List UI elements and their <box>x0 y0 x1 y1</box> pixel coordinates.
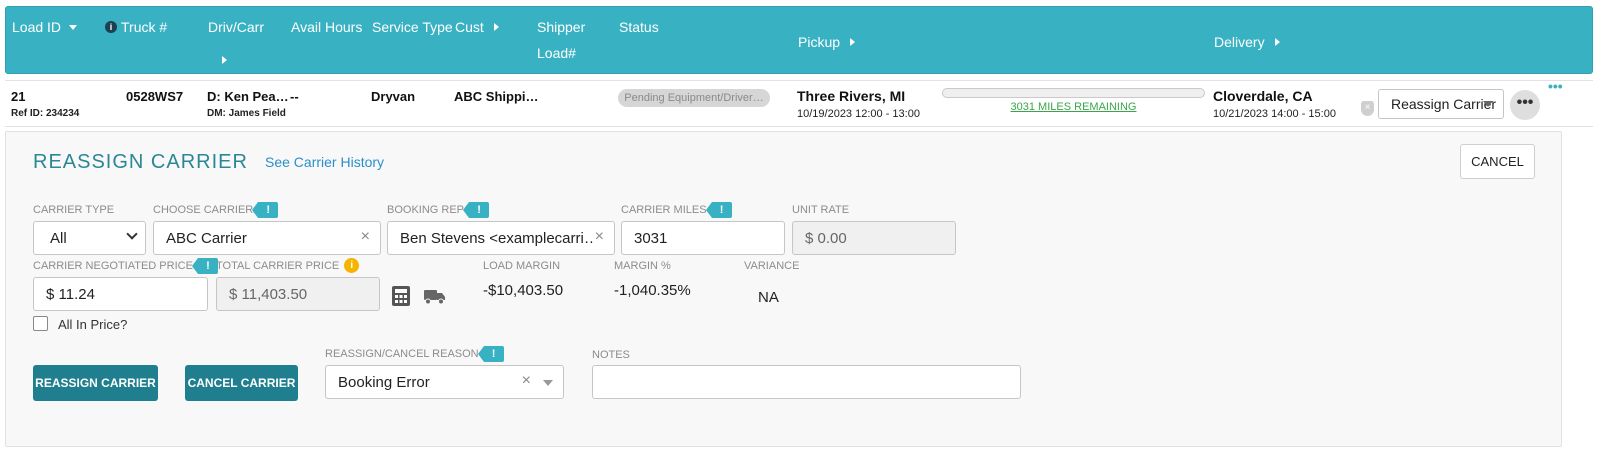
dispatch-manager: DM: James Field <box>207 108 286 119</box>
truck-icon[interactable] <box>423 287 447 305</box>
service-type: Dryvan <box>371 89 416 104</box>
notes-label: NOTES <box>592 349 630 361</box>
load-margin-label: LOAD MARGIN <box>483 260 561 272</box>
header-status[interactable]: Status <box>619 19 659 35</box>
table-header: Load ID i Truck # Driv/Carr Avail Hours … <box>5 6 1593 74</box>
clear-icon[interactable]: × <box>594 228 604 246</box>
negotiated-price-input[interactable]: $ 11.24 <box>33 277 208 311</box>
chevron-right-icon <box>493 23 499 31</box>
header-avail-hours[interactable]: Avail Hours <box>291 19 362 35</box>
dropdown-arrow-icon <box>1483 101 1493 107</box>
pickup-time: 10/19/2023 12:00 - 13:00 <box>797 108 920 120</box>
carrier-miles-input[interactable]: 3031 <box>621 221 785 255</box>
load-margin-value: -$10,403.50 <box>483 282 564 299</box>
chevron-down-icon <box>69 24 78 30</box>
all-in-price-label: All In Price? <box>58 317 128 332</box>
unit-rate-label: UNIT RATE <box>792 204 850 216</box>
clear-icon[interactable]: × <box>361 228 370 246</box>
header-shipper[interactable]: Shipper Load# <box>537 19 585 61</box>
margin-pct-label: MARGIN % <box>614 260 671 272</box>
panel-title: REASSIGN CARRIER <box>33 151 248 173</box>
header-truck[interactable]: i Truck # <box>105 19 167 35</box>
total-carrier-price-field: $ 11,403.50 <box>216 277 380 311</box>
alert-flag-icon[interactable]: ! <box>705 202 732 218</box>
chevron-right-icon <box>850 38 856 46</box>
header-driv-carr[interactable]: Driv/Carr <box>208 19 264 64</box>
margin-pct-value: -1,040.35% <box>614 282 691 299</box>
notes-input[interactable] <box>592 365 1021 399</box>
cancel-button[interactable]: CANCEL <box>1460 144 1535 179</box>
row-menu-dots-icon[interactable]: ••• <box>1548 78 1563 94</box>
miles-remaining-link[interactable]: 3031 MILES REMAINING <box>942 101 1205 113</box>
delivery-time: 10/21/2023 14:00 - 15:00 <box>1213 108 1336 120</box>
booking-rep-input[interactable]: Ben Stevens <examplecarri… × <box>387 221 615 255</box>
all-in-price-checkbox[interactable] <box>33 316 48 331</box>
carrier-type-select[interactable]: All <box>33 221 146 255</box>
info-icon: i <box>105 21 117 33</box>
header-delivery[interactable]: Delivery <box>1214 34 1280 50</box>
clear-icon[interactable]: × <box>522 372 531 390</box>
cancel-carrier-button[interactable]: CANCEL CARRIER <box>185 365 298 401</box>
trip-progress-bar <box>942 88 1205 98</box>
carrier-type-label: CARRIER TYPE <box>33 204 115 216</box>
choose-carrier-label: CHOOSE CARRIER! <box>153 202 279 218</box>
page: Load ID i Truck # Driv/Carr Avail Hours … <box>0 0 1600 461</box>
header-service-type[interactable]: Service Type <box>372 19 453 35</box>
customer-name[interactable]: ABC Shippi… <box>454 89 539 104</box>
header-load-id[interactable]: Load ID <box>12 19 78 35</box>
unit-rate-field: $ 0.00 <box>792 221 956 255</box>
table-row[interactable]: 21 Ref ID: 234234 0528WS7 D: Ken Pea… DM… <box>5 78 1593 127</box>
ref-id: Ref ID: 234234 <box>11 108 80 119</box>
header-cust[interactable]: Cust <box>455 19 499 35</box>
load-id: 21 <box>11 89 26 104</box>
truck-number: 0528WS7 <box>126 89 184 104</box>
chevron-right-icon <box>1274 38 1280 46</box>
pickup-city: Three Rivers, MI <box>797 88 906 104</box>
reassign-carrier-button[interactable]: REASSIGN CARRIER <box>33 365 158 401</box>
choose-carrier-input[interactable]: ABC Carrier × <box>153 221 381 255</box>
driver-name[interactable]: D: Ken Pea… <box>207 89 289 104</box>
reassign-carrier-panel: REASSIGN CARRIER See Carrier History CAN… <box>5 131 1562 447</box>
carrier-history-link[interactable]: See Carrier History <box>265 154 384 170</box>
chevron-down-icon <box>126 228 138 240</box>
dropdown-arrow-icon[interactable] <box>543 380 553 386</box>
alert-flag-icon[interactable]: ! <box>252 202 279 218</box>
info-icon[interactable]: i <box>344 258 360 273</box>
carrier-miles-label: CARRIER MILES! <box>621 202 732 218</box>
shield-icon[interactable]: × <box>1361 101 1374 116</box>
total-carrier-price-label: TOTAL CARRIER PRICE i <box>216 258 360 273</box>
reason-label: REASSIGN/CANCEL REASON! <box>325 346 504 362</box>
variance-label: VARIANCE <box>744 260 800 272</box>
booking-rep-label: BOOKING REP! <box>387 202 490 218</box>
carrier-negotiated-price-label: CARRIER NEGOTIATED PRICE! <box>33 258 218 274</box>
variance-value: NA <box>758 289 779 306</box>
alert-flag-icon[interactable]: ! <box>191 258 218 274</box>
more-actions-button[interactable]: ••• <box>1510 90 1540 120</box>
delivery-city: Cloverdale, CA <box>1213 88 1313 104</box>
alert-flag-icon[interactable]: ! <box>463 202 490 218</box>
calculator-icon[interactable] <box>391 285 411 307</box>
alert-flag-icon[interactable]: ! <box>477 346 504 362</box>
status-badge: Pending Equipment/Driver… <box>618 89 770 107</box>
header-pickup[interactable]: Pickup <box>798 34 856 50</box>
chevron-right-icon <box>222 56 227 64</box>
reason-select[interactable]: Booking Error × <box>325 365 564 399</box>
avail-hours: -- <box>290 89 299 104</box>
header-load-number: Load# <box>537 45 576 61</box>
row-action-select[interactable]: Reassign Carrier <box>1378 89 1504 119</box>
